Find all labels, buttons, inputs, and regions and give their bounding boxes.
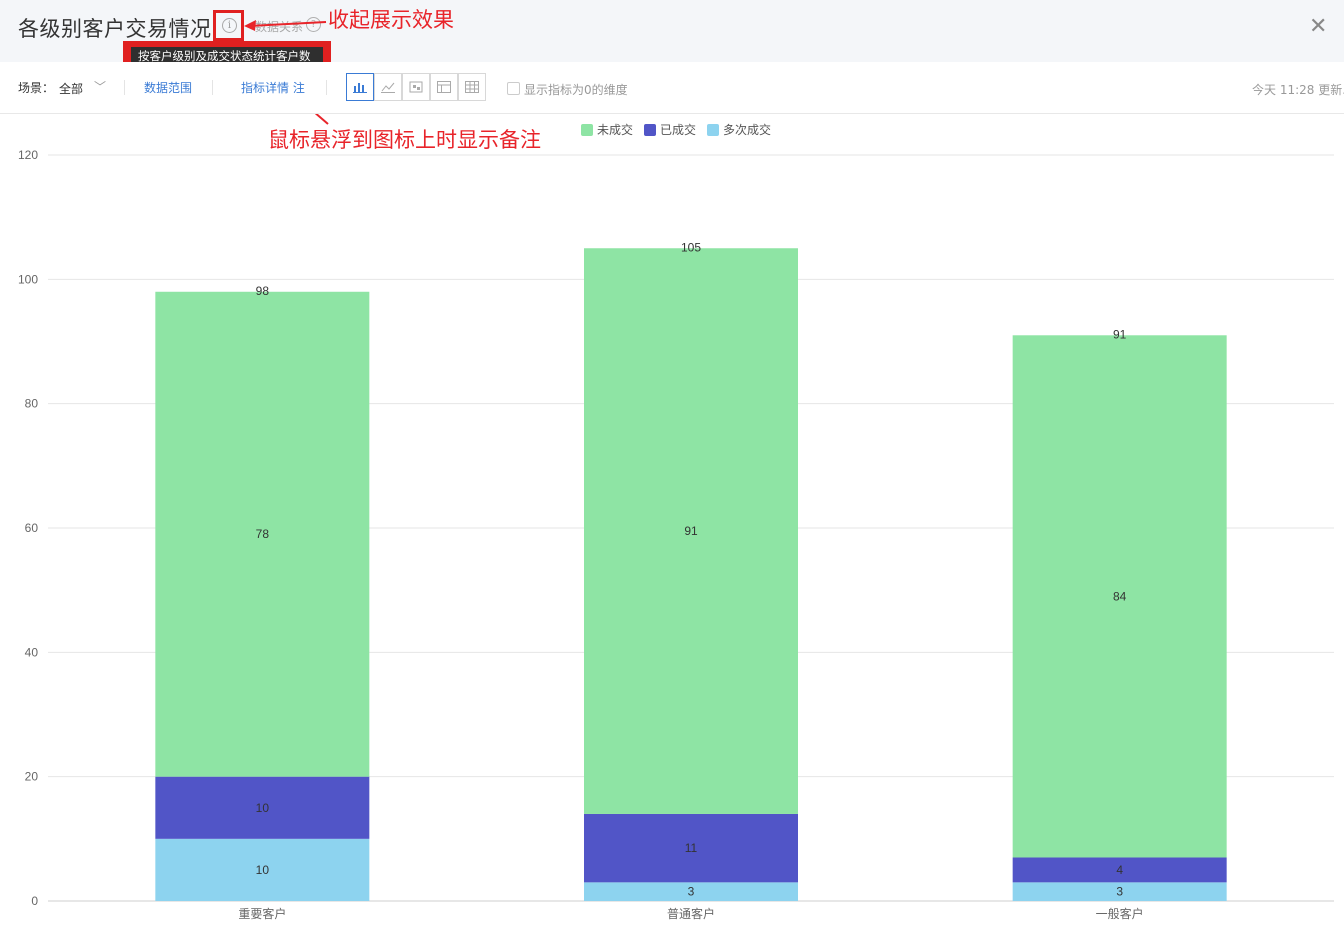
page-title: 各级别客户交易情况 xyxy=(18,17,212,41)
x-tick-label: 一般客户 xyxy=(1096,906,1144,921)
data-label: 3 xyxy=(688,885,695,899)
annotation-arrow-collapse xyxy=(244,20,327,31)
x-tick-label: 普通客户 xyxy=(667,906,715,921)
pivot-view-button[interactable] xyxy=(402,73,430,101)
data-range-link[interactable]: 数据范围 xyxy=(144,79,192,96)
scene-select[interactable]: 全部 xyxy=(59,80,83,97)
show-zero-checkbox[interactable] xyxy=(507,82,520,95)
metric-detail-link[interactable]: 指标详情 注 xyxy=(241,79,305,96)
stacked-bar-chart: 0 20 40 60 80 100 120 10 10 78 98 重要客户 3 11 91 105 普通客户 3… xyxy=(18,122,1334,921)
total-label: 105 xyxy=(681,240,701,254)
bar-chart-view-button[interactable] xyxy=(346,73,374,101)
data-label: 3 xyxy=(1116,885,1123,899)
table-split-view-button[interactable] xyxy=(430,73,458,101)
scene-label: 场景： xyxy=(18,81,55,95)
legend-label: 未成交 xyxy=(597,122,633,137)
legend-label: 多次成交 xyxy=(723,122,771,137)
y-tick-label: 60 xyxy=(25,521,39,535)
data-label: 91 xyxy=(684,524,698,538)
legend-swatch xyxy=(581,124,593,136)
data-label: 11 xyxy=(685,841,698,855)
update-time: 今天 11:28 更新. xyxy=(1252,83,1344,97)
y-tick-label: 0 xyxy=(31,894,38,908)
y-tick-label: 80 xyxy=(25,397,39,411)
legend-label: 已成交 xyxy=(660,122,696,137)
toolbar-divider xyxy=(212,80,213,95)
legend-swatch xyxy=(644,124,656,136)
y-tick-label: 40 xyxy=(25,645,39,659)
pivot-icon xyxy=(409,81,423,93)
show-zero-label: 显示指标为0的维度 xyxy=(524,83,628,97)
data-label: 10 xyxy=(256,863,270,877)
data-label: 10 xyxy=(256,801,270,815)
data-label: 4 xyxy=(1116,863,1123,877)
data-label: 84 xyxy=(1113,589,1127,603)
total-label: 98 xyxy=(256,284,270,298)
toolbar: 场景： 全部 ﹀ 数据范围 指标详情 注 显示指标为0的维度 今天 11:28 … xyxy=(0,62,1344,114)
info-icon[interactable]: i xyxy=(222,18,237,33)
toolbar-divider xyxy=(124,80,125,95)
table-icon xyxy=(465,81,479,93)
y-tick-label: 20 xyxy=(25,770,39,784)
line-chart-view-button[interactable] xyxy=(374,73,402,101)
annotation-collapse: 收起展示效果 xyxy=(328,8,454,32)
table-view-button[interactable] xyxy=(458,73,486,101)
info-icon-highlight: i xyxy=(213,10,244,41)
legend-swatch xyxy=(707,124,719,136)
table-split-icon xyxy=(437,81,451,93)
close-icon[interactable]: ✕ xyxy=(1309,14,1327,39)
data-label: 78 xyxy=(256,527,270,541)
line-chart-icon xyxy=(381,82,395,93)
y-tick-label: 120 xyxy=(18,148,38,162)
toolbar-divider xyxy=(326,80,327,95)
total-label: 91 xyxy=(1113,327,1127,341)
y-tick-label: 100 xyxy=(18,272,38,286)
x-tick-label: 重要客户 xyxy=(238,906,286,921)
bar-chart-icon xyxy=(353,83,367,93)
chevron-down-icon[interactable]: ﹀ xyxy=(94,78,106,95)
